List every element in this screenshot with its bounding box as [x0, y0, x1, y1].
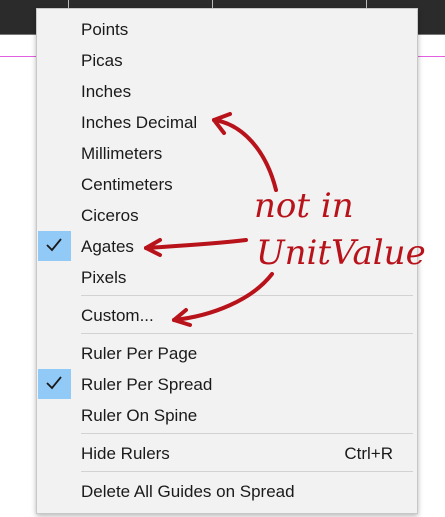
annotation-text-line2: UnitValue — [256, 233, 426, 273]
arrow-to-custom — [172, 272, 274, 322]
annotation-text-line1: not in — [254, 186, 354, 226]
